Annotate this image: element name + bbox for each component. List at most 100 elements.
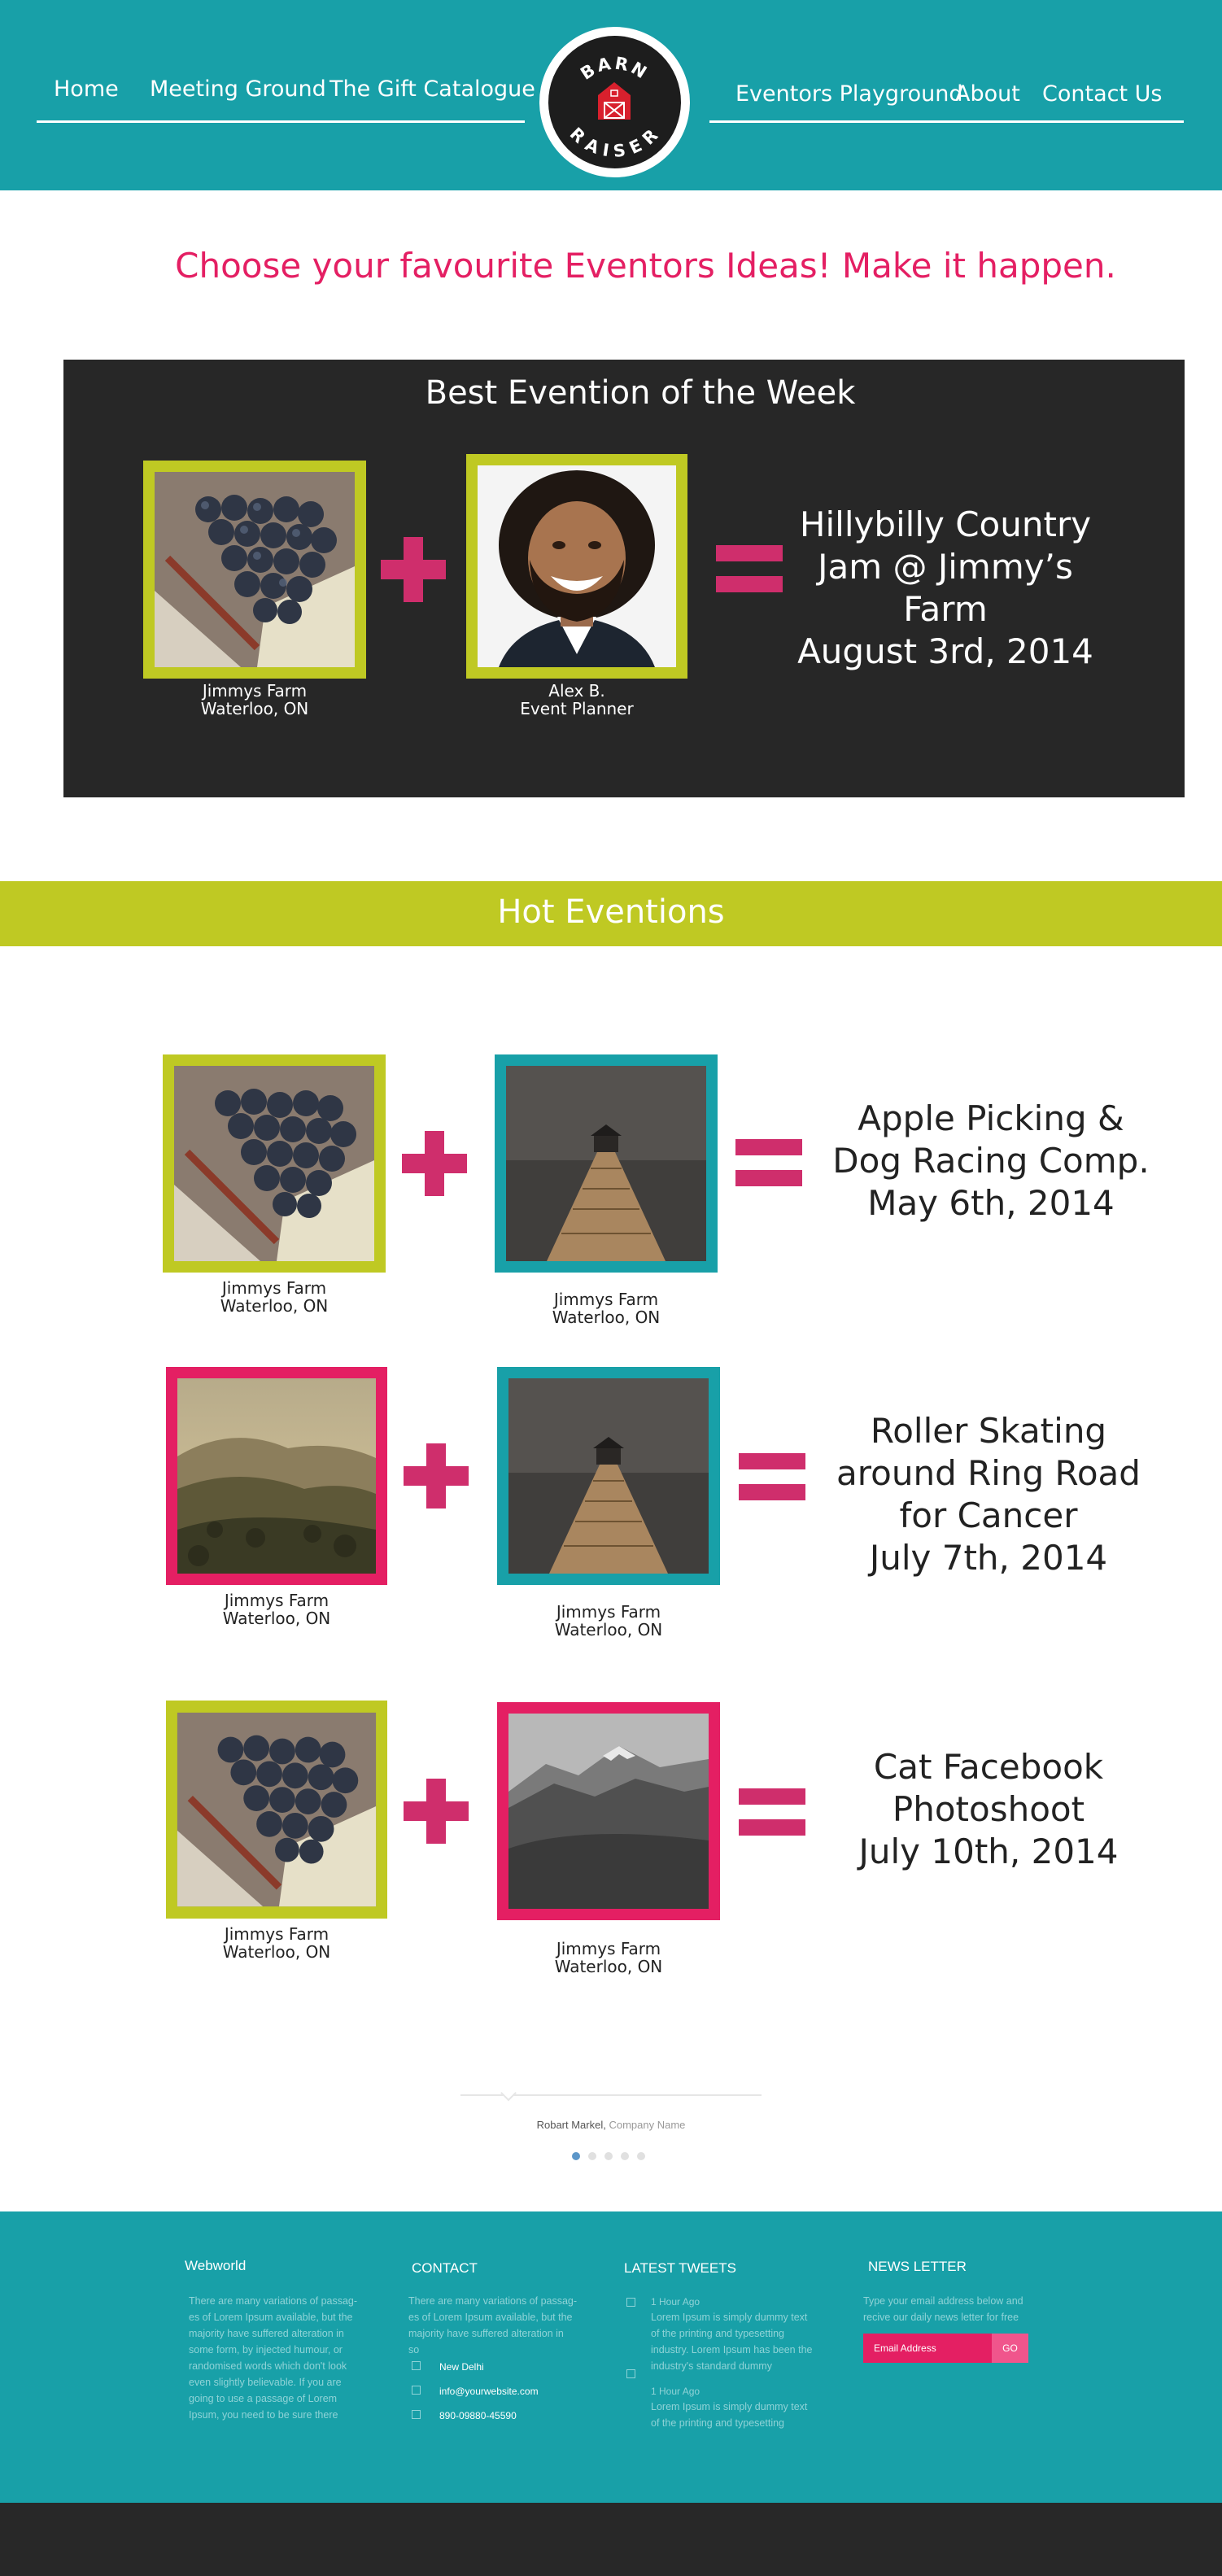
plus-icon bbox=[404, 1443, 469, 1508]
result-line2: Photoshoot bbox=[892, 1789, 1085, 1830]
hot-row1-right-image[interactable] bbox=[495, 1054, 718, 1273]
text-line: Lorem Ipsum is simply dummy text bbox=[651, 2401, 808, 2412]
testimonial-pointer bbox=[500, 2085, 517, 2102]
result-date: May 6th, 2014 bbox=[867, 1183, 1115, 1224]
svg-text:BARN: BARN bbox=[577, 54, 652, 84]
testimonial-company: Company Name bbox=[609, 2119, 686, 2131]
svg-text:RAISER: RAISER bbox=[566, 124, 664, 161]
nav-contact-us[interactable]: Contact Us bbox=[1042, 81, 1162, 107]
text-line: Lorem Ipsum is simply dummy text bbox=[651, 2312, 808, 2323]
hot-row2-right-caption: Jimmys Farm Waterloo, ON bbox=[487, 1603, 731, 1639]
best-item2-caption: Alex B. Event Planner bbox=[455, 682, 699, 718]
hot-row1-result: Apple Picking & Dog Racing Comp. May 6th… bbox=[820, 1098, 1162, 1225]
grapes-image bbox=[174, 1066, 374, 1261]
plus-icon bbox=[381, 537, 446, 602]
hot-row2-right-image[interactable] bbox=[497, 1367, 720, 1585]
hot-row2-left-image[interactable] bbox=[166, 1367, 387, 1585]
tweet1-text: Lorem Ipsum is simply dummy text of the … bbox=[651, 2309, 846, 2374]
barn-icon bbox=[598, 82, 631, 120]
hot-eventions-title: Hot Eventions bbox=[497, 893, 725, 931]
footer-bottom-bar bbox=[0, 2503, 1222, 2576]
newsletter-text: Type your email address below and recive… bbox=[863, 2293, 1058, 2325]
caption-line2: Waterloo, ON bbox=[222, 1609, 331, 1628]
portrait-image-frame[interactable] bbox=[466, 454, 687, 679]
nav-underline-right bbox=[709, 120, 1184, 123]
nav-meeting-ground[interactable]: Meeting Ground bbox=[150, 76, 326, 102]
grapes-image bbox=[177, 1712, 377, 1907]
hot-row3-left-caption: Jimmys Farm Waterloo, ON bbox=[155, 1925, 399, 1961]
tweet2-time: 1 Hour Ago bbox=[651, 2386, 700, 2397]
location-icon bbox=[412, 2361, 421, 2370]
caption-line1: Jimmys Farm bbox=[553, 1290, 659, 1309]
caption-line1: Jimmys Farm bbox=[556, 1939, 661, 1958]
nav-about[interactable]: About bbox=[955, 81, 1020, 107]
nav-eventors-playground[interactable]: Eventors Playground bbox=[735, 81, 962, 107]
text-line: randomised words which don't look bbox=[189, 2360, 347, 2372]
plus-icon bbox=[404, 1779, 469, 1844]
text-line: recive our daily news letter for free bbox=[863, 2312, 1019, 2323]
hot-row3-left-image[interactable] bbox=[166, 1701, 387, 1919]
caption-line1: Jimmys Farm bbox=[221, 1278, 327, 1298]
newsletter-email-input[interactable]: Email Address bbox=[863, 2334, 992, 2363]
twitter-icon bbox=[626, 2298, 635, 2307]
pager-dot-1[interactable] bbox=[572, 2152, 580, 2160]
text-line: some form, by injected humour, or bbox=[189, 2344, 343, 2356]
hot-row1-left-image[interactable] bbox=[163, 1054, 386, 1273]
newsletter-go-button[interactable]: GO bbox=[992, 2334, 1028, 2363]
best-item1-line2: Waterloo, ON bbox=[200, 699, 309, 718]
footer-phone: 890-09880-45590 bbox=[439, 2410, 517, 2421]
grapes-image bbox=[155, 472, 355, 667]
text-line: of the printing and typesetting bbox=[651, 2417, 785, 2429]
text-line: Type your email address below and bbox=[863, 2295, 1023, 2307]
hot-row3-right-image[interactable] bbox=[497, 1702, 720, 1920]
site-header: Home Meeting Ground The Gift Catalogue E… bbox=[0, 0, 1222, 190]
pager-dot-2[interactable] bbox=[588, 2152, 596, 2160]
caption-line2: Waterloo, ON bbox=[220, 1296, 329, 1316]
best-result: Hillybilly Country Jam @ Jimmy’s Farm Au… bbox=[775, 504, 1116, 673]
hot-row1-left-caption: Jimmys Farm Waterloo, ON bbox=[152, 1279, 396, 1315]
footer-email-link[interactable]: info@yourwebsite.com bbox=[439, 2386, 539, 2397]
pager-dot-4[interactable] bbox=[621, 2152, 629, 2160]
logo-top-text: BARN bbox=[577, 54, 649, 84]
best-result-date: August 3rd, 2014 bbox=[797, 631, 1093, 672]
hot-row3-right-caption: Jimmys Farm Waterloo, ON bbox=[487, 1940, 731, 1976]
caption-line2: Waterloo, ON bbox=[554, 1620, 663, 1639]
mountain-image bbox=[508, 1714, 709, 1909]
pier-image bbox=[506, 1066, 706, 1261]
testimonial-author: Robart Markel, Company Name bbox=[0, 2119, 1222, 2131]
barn-raiser-logo[interactable]: BARN RAISER bbox=[539, 27, 690, 177]
pager-dot-5[interactable] bbox=[637, 2152, 645, 2160]
best-result-line2: Jam @ Jimmy’s Farm bbox=[818, 547, 1073, 630]
text-line: of the printing and typesetting bbox=[651, 2328, 785, 2339]
pager-dot-3[interactable] bbox=[604, 2152, 613, 2160]
caption-line1: Jimmys Farm bbox=[556, 1602, 661, 1622]
site-footer bbox=[0, 2211, 1222, 2503]
best-item1-line1: Jimmys Farm bbox=[202, 681, 308, 701]
caption-line2: Waterloo, ON bbox=[554, 1957, 663, 1976]
text-line: so bbox=[408, 2344, 420, 2356]
grapes-image-frame[interactable] bbox=[143, 461, 366, 679]
equals-icon bbox=[739, 1788, 805, 1837]
text-line: There are many variations of passag- bbox=[189, 2295, 358, 2307]
text-line: industry's standard dummy bbox=[651, 2360, 772, 2372]
result-date: July 10th, 2014 bbox=[858, 1832, 1119, 1872]
best-evention-panel: Best Evention of the Week Jimmys Farm Wa… bbox=[63, 360, 1185, 797]
testimonial-author-name: Robart Markel, bbox=[536, 2119, 606, 2131]
equals-icon bbox=[735, 1139, 802, 1188]
text-line: majority have suffered alteration in bbox=[408, 2328, 564, 2339]
result-line3: for Cancer bbox=[899, 1495, 1078, 1536]
valley-image bbox=[177, 1378, 376, 1574]
equals-icon bbox=[739, 1453, 805, 1502]
plus-icon bbox=[402, 1131, 467, 1196]
page-tagline: Choose your favourite Eventors Ideas! Ma… bbox=[175, 246, 1116, 286]
nav-gift-catalogue[interactable]: The Gift Catalogue bbox=[330, 76, 535, 102]
nav-home[interactable]: Home bbox=[54, 76, 119, 102]
portrait-image bbox=[478, 465, 676, 667]
equals-icon bbox=[716, 545, 783, 594]
best-item2-line1: Alex B. bbox=[548, 681, 605, 701]
footer-webworld-title: Webworld bbox=[185, 2258, 247, 2273]
text-line: industry. Lorem Ipsum has been the bbox=[651, 2344, 813, 2356]
text-line: even slightly believable. If you are bbox=[189, 2377, 342, 2388]
text-line: es of Lorem Ipsum available, but the bbox=[408, 2312, 573, 2323]
result-line1: Roller Skating bbox=[870, 1411, 1107, 1451]
